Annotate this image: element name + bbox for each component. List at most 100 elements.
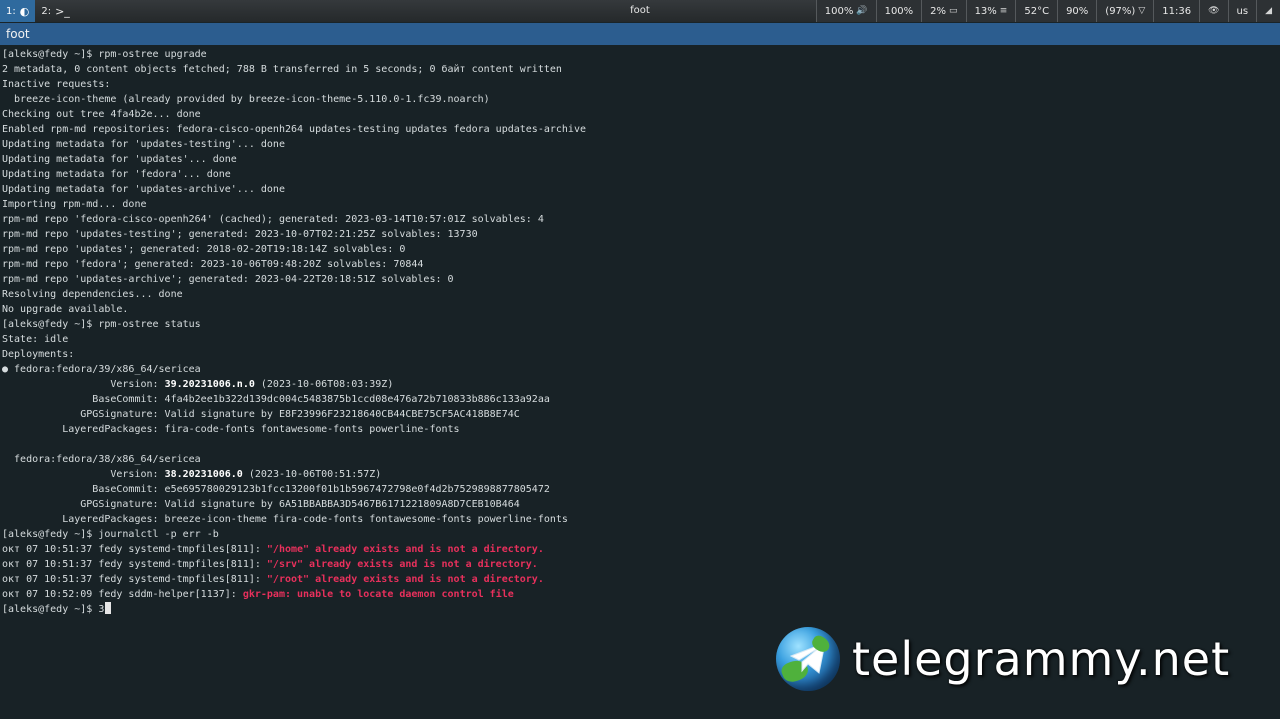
watermark-text: telegrammy.net [852, 632, 1231, 686]
error-text: "/home" already exists and is not a dire… [266, 544, 544, 555]
status-item[interactable]: us [1227, 0, 1257, 22]
terminal-line: rpm-md repo 'fedora'; generated: 2023-10… [2, 257, 1280, 272]
eye-icon: 👁 [1208, 6, 1220, 16]
terminal-text: GPGSignature: Valid signature by 6A51BBA… [2, 499, 520, 510]
terminal-text: Updating metadata for 'updates-archive'.… [2, 184, 285, 195]
terminal-line: окт 07 10:51:37 fedy systemd-tmpfiles[81… [2, 557, 1280, 572]
workspace-button-1[interactable]: 1: ◐ [0, 0, 36, 22]
text-cursor [105, 602, 112, 614]
telegram-globe-icon [776, 627, 840, 691]
volume-icon: 🔊 [856, 6, 868, 16]
terminal-text: 39.20231006.n.0 [164, 379, 255, 390]
watermark: telegrammy.net [776, 626, 1266, 692]
terminal-text: State: idle [2, 334, 69, 345]
status-item[interactable]: 13% ≡ [965, 0, 1016, 22]
terminal-window[interactable]: foot [aleks@fedy ~]$ rpm-ostree upgrade 2… [0, 23, 1280, 719]
status-value: 52°C [1024, 5, 1050, 17]
terminal-text: Checking out tree 4fa4b2e... done [2, 109, 201, 120]
terminal-text: [aleks@fedy ~]$ rpm-ostree upgrade [2, 49, 207, 60]
terminal-line: rpm-md repo 'updates-testing'; generated… [2, 227, 1280, 242]
terminal-line: LayeredPackages: fira-code-fonts fontawe… [2, 422, 1280, 437]
terminal-line: [aleks@fedy ~]$ journalctl -p err -b [2, 527, 1280, 542]
top-bar: 1: ◐ 2: >_ foot 100% 🔊 100% 2% ▭ 13% ≡ 52°C 90% (97%… [0, 0, 1280, 22]
terminal-icon: >_ [55, 4, 70, 18]
status-area: 100% 🔊 100% 2% ▭ 13% ≡ 52°C 90% (97%) ▽ 11:36 👁 us ◢ [815, 0, 1280, 22]
terminal-line: Updating metadata for 'updates-testing'.… [2, 137, 1280, 152]
status-item[interactable]: 52°C [1015, 0, 1058, 22]
terminal-text: rpm-md repo 'updates-archive'; generated… [2, 274, 454, 285]
terminal-text: окт 07 10:52:09 fedy sddm-helper[1137]: [2, 589, 243, 600]
terminal-text: rpm-md repo 'updates'; generated: 2018-0… [2, 244, 406, 255]
status-value: 90% [1066, 5, 1089, 17]
terminal-line: Resolving dependencies... done [2, 287, 1280, 302]
status-item[interactable]: 2% ▭ [921, 0, 966, 22]
error-text: "/root" already exists and is not a dire… [266, 574, 544, 585]
terminal-text: Resolving dependencies... done [2, 289, 183, 300]
terminal-line: Version: 38.20231006.0 (2023-10-06T00:51… [2, 467, 1280, 482]
terminal-line: окт 07 10:51:37 fedy systemd-tmpfiles[81… [2, 572, 1280, 587]
status-value: us [1236, 5, 1249, 17]
status-item[interactable]: 90% [1057, 0, 1097, 22]
terminal-text: окт 07 10:51:37 fedy systemd-tmpfiles[81… [2, 559, 267, 570]
terminal-text: Importing rpm-md... done [2, 199, 147, 210]
terminal-text: No upgrade available. [2, 304, 129, 315]
terminal-text: breeze-icon-theme (already provided by b… [2, 94, 490, 105]
terminal-text: [aleks@fedy ~]$ rpm-ostree status [2, 319, 201, 330]
terminal-line: GPGSignature: Valid signature by E8F2399… [2, 407, 1280, 422]
terminal-line: rpm-md repo 'updates'; generated: 2018-0… [2, 242, 1280, 257]
status-item[interactable]: (97%) ▽ [1096, 0, 1154, 22]
terminal-line: Importing rpm-md... done [2, 197, 1280, 212]
terminal-text: BaseCommit: 4fa4b2ee1b322d139dc004c54838… [2, 394, 550, 405]
terminal-text: Inactive requests: [2, 79, 111, 90]
terminal-line: окт 07 10:52:09 fedy sddm-helper[1137]: … [2, 587, 1280, 602]
terminal-line: State: idle [2, 332, 1280, 347]
terminal-line: Deployments: [2, 347, 1280, 362]
terminal-text: окт 07 10:51:37 fedy systemd-tmpfiles[81… [2, 544, 267, 555]
terminal-line: Version: 39.20231006.n.0 (2023-10-06T08:… [2, 377, 1280, 392]
terminal-line: breeze-icon-theme (already provided by b… [2, 92, 1280, 107]
status-value: 13% [974, 5, 997, 17]
terminal-text: 38.20231006.0 [164, 469, 243, 480]
terminal-output[interactable]: [aleks@fedy ~]$ rpm-ostree upgrade 2 meta… [0, 45, 1280, 617]
status-item[interactable]: 100% 🔊 [815, 0, 876, 22]
command-input[interactable]: 3 [98, 604, 104, 615]
status-item[interactable]: 11:36 [1153, 0, 1200, 22]
terminal-text: (2023-10-06T08:03:39Z) [254, 379, 394, 390]
status-item[interactable]: ◢ [1256, 0, 1280, 22]
terminal-line: BaseCommit: 4fa4b2ee1b322d139dc004c54838… [2, 392, 1280, 407]
status-value: 100% [824, 5, 854, 17]
shell-prompt: [aleks@fedy ~]$ [2, 604, 99, 615]
terminal-line: Checking out tree 4fa4b2e... done [2, 107, 1280, 122]
wifi-icon: ▽ [1138, 6, 1146, 16]
terminal-text: Updating metadata for 'updates-testing'.… [2, 139, 285, 150]
terminal-text: GPGSignature: Valid signature by E8F2399… [2, 409, 520, 420]
terminal-line: Updating metadata for 'fedora'... done [2, 167, 1280, 182]
terminal-text: Version: [2, 379, 165, 390]
terminal-text: окт 07 10:51:37 fedy systemd-tmpfiles[81… [2, 574, 267, 585]
terminal-text: rpm-md repo 'updates-testing'; generated… [2, 229, 478, 240]
terminal-line: rpm-md repo 'fedora-cisco-openh264' (cac… [2, 212, 1280, 227]
terminal-text: Enabled rpm-md repositories: fedora-cisc… [2, 124, 586, 135]
status-value: 2% [930, 5, 947, 17]
terminal-text: rpm-md repo 'fedora-cisco-openh264' (cac… [2, 214, 544, 225]
workspace-label: 1: [6, 5, 16, 17]
network-signal-icon: ◢ [1265, 6, 1272, 16]
terminal-line: ● fedora:fedora/39/x86_64/sericea [2, 362, 1280, 377]
status-item[interactable]: 👁 [1199, 0, 1228, 22]
terminal-text: rpm-md repo 'fedora'; generated: 2023-10… [2, 259, 424, 270]
focused-window-title: foot [630, 5, 650, 16]
terminal-line: [aleks@fedy ~]$ rpm-ostree status [2, 317, 1280, 332]
status-item[interactable]: 100% [875, 0, 922, 22]
status-value: 11:36 [1162, 5, 1192, 17]
terminal-text: Deployments: [2, 349, 75, 360]
terminal-line: Enabled rpm-md repositories: fedora-cisc… [2, 122, 1280, 137]
error-text: "/srv" already exists and is not a direc… [266, 559, 538, 570]
prompt-line[interactable]: [aleks@fedy ~]$ 3 [2, 602, 1280, 617]
terminal-text: 2 metadata, 0 content objects fetched; 7… [2, 64, 562, 75]
terminal-line: Inactive requests: [2, 77, 1280, 92]
terminal-line: Updating metadata for 'updates'... done [2, 152, 1280, 167]
workspace-button-2[interactable]: 2: >_ [35, 0, 75, 22]
terminal-line: Updating metadata for 'updates-archive'.… [2, 182, 1280, 197]
window-title-bar[interactable]: foot [0, 23, 1280, 45]
